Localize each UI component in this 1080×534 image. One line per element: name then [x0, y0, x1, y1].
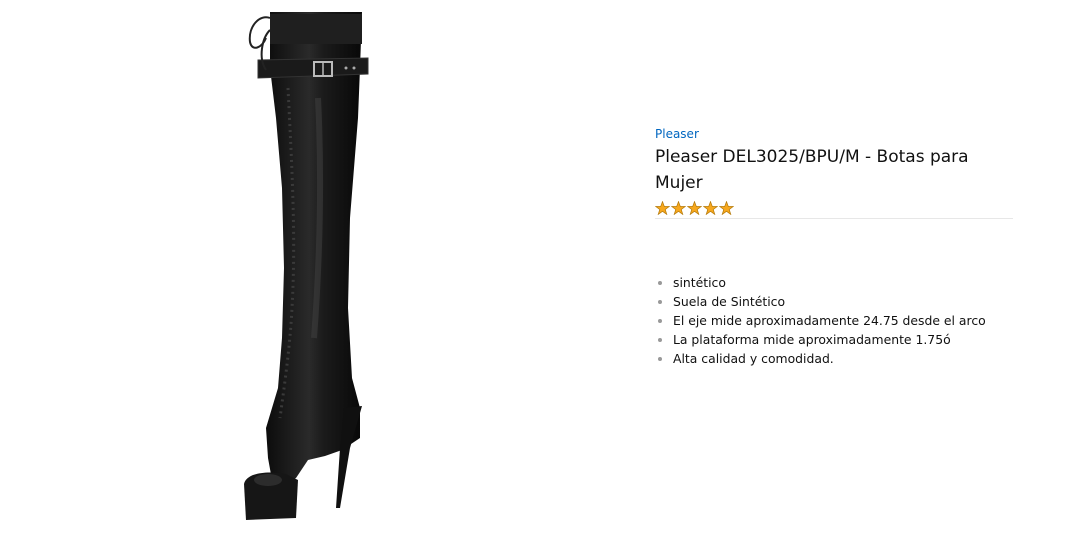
feature-text: sintético	[673, 275, 726, 290]
bullet-dot	[658, 300, 662, 304]
bullet-dot	[658, 319, 662, 323]
bullet-dot	[658, 338, 662, 342]
feature-text: La plataforma mide aproximadamente 1.75ó	[673, 332, 951, 347]
list-item: La plataforma mide aproximadamente 1.75ó	[655, 330, 1013, 349]
divider	[655, 218, 1013, 219]
list-item: Suela de Sintético	[655, 292, 1013, 311]
product-image[interactable]	[200, 8, 410, 524]
star-icon	[719, 201, 734, 215]
feature-text: Suela de Sintético	[673, 294, 786, 309]
list-item: El eje mide aproximadamente 24.75 desde …	[655, 311, 1013, 330]
bullet-dot	[658, 357, 662, 361]
product-title: Pleaser DEL3025/BPU/M - Botas para Mujer	[655, 147, 969, 193]
star-rating[interactable]	[655, 201, 1013, 215]
bullet-dot	[658, 281, 662, 285]
boot-image	[244, 12, 369, 520]
star-icon	[687, 201, 702, 215]
feature-text: Alta calidad y comodidad.	[673, 351, 834, 366]
brand-link[interactable]: Pleaser	[655, 126, 1013, 142]
star-icon	[703, 201, 718, 215]
star-icon	[671, 201, 686, 215]
star-icon	[655, 201, 670, 215]
feature-text: El eje mide aproximadamente 24.75 desde …	[673, 313, 986, 328]
feature-bullets: sintético Suela de Sintético El eje mide…	[655, 273, 1013, 368]
list-item: Alta calidad y comodidad.	[655, 349, 1013, 368]
list-item: sintético	[655, 273, 1013, 292]
product-info: Pleaser Pleaser DEL3025/BPU/M - Botas pa…	[655, 126, 1013, 368]
